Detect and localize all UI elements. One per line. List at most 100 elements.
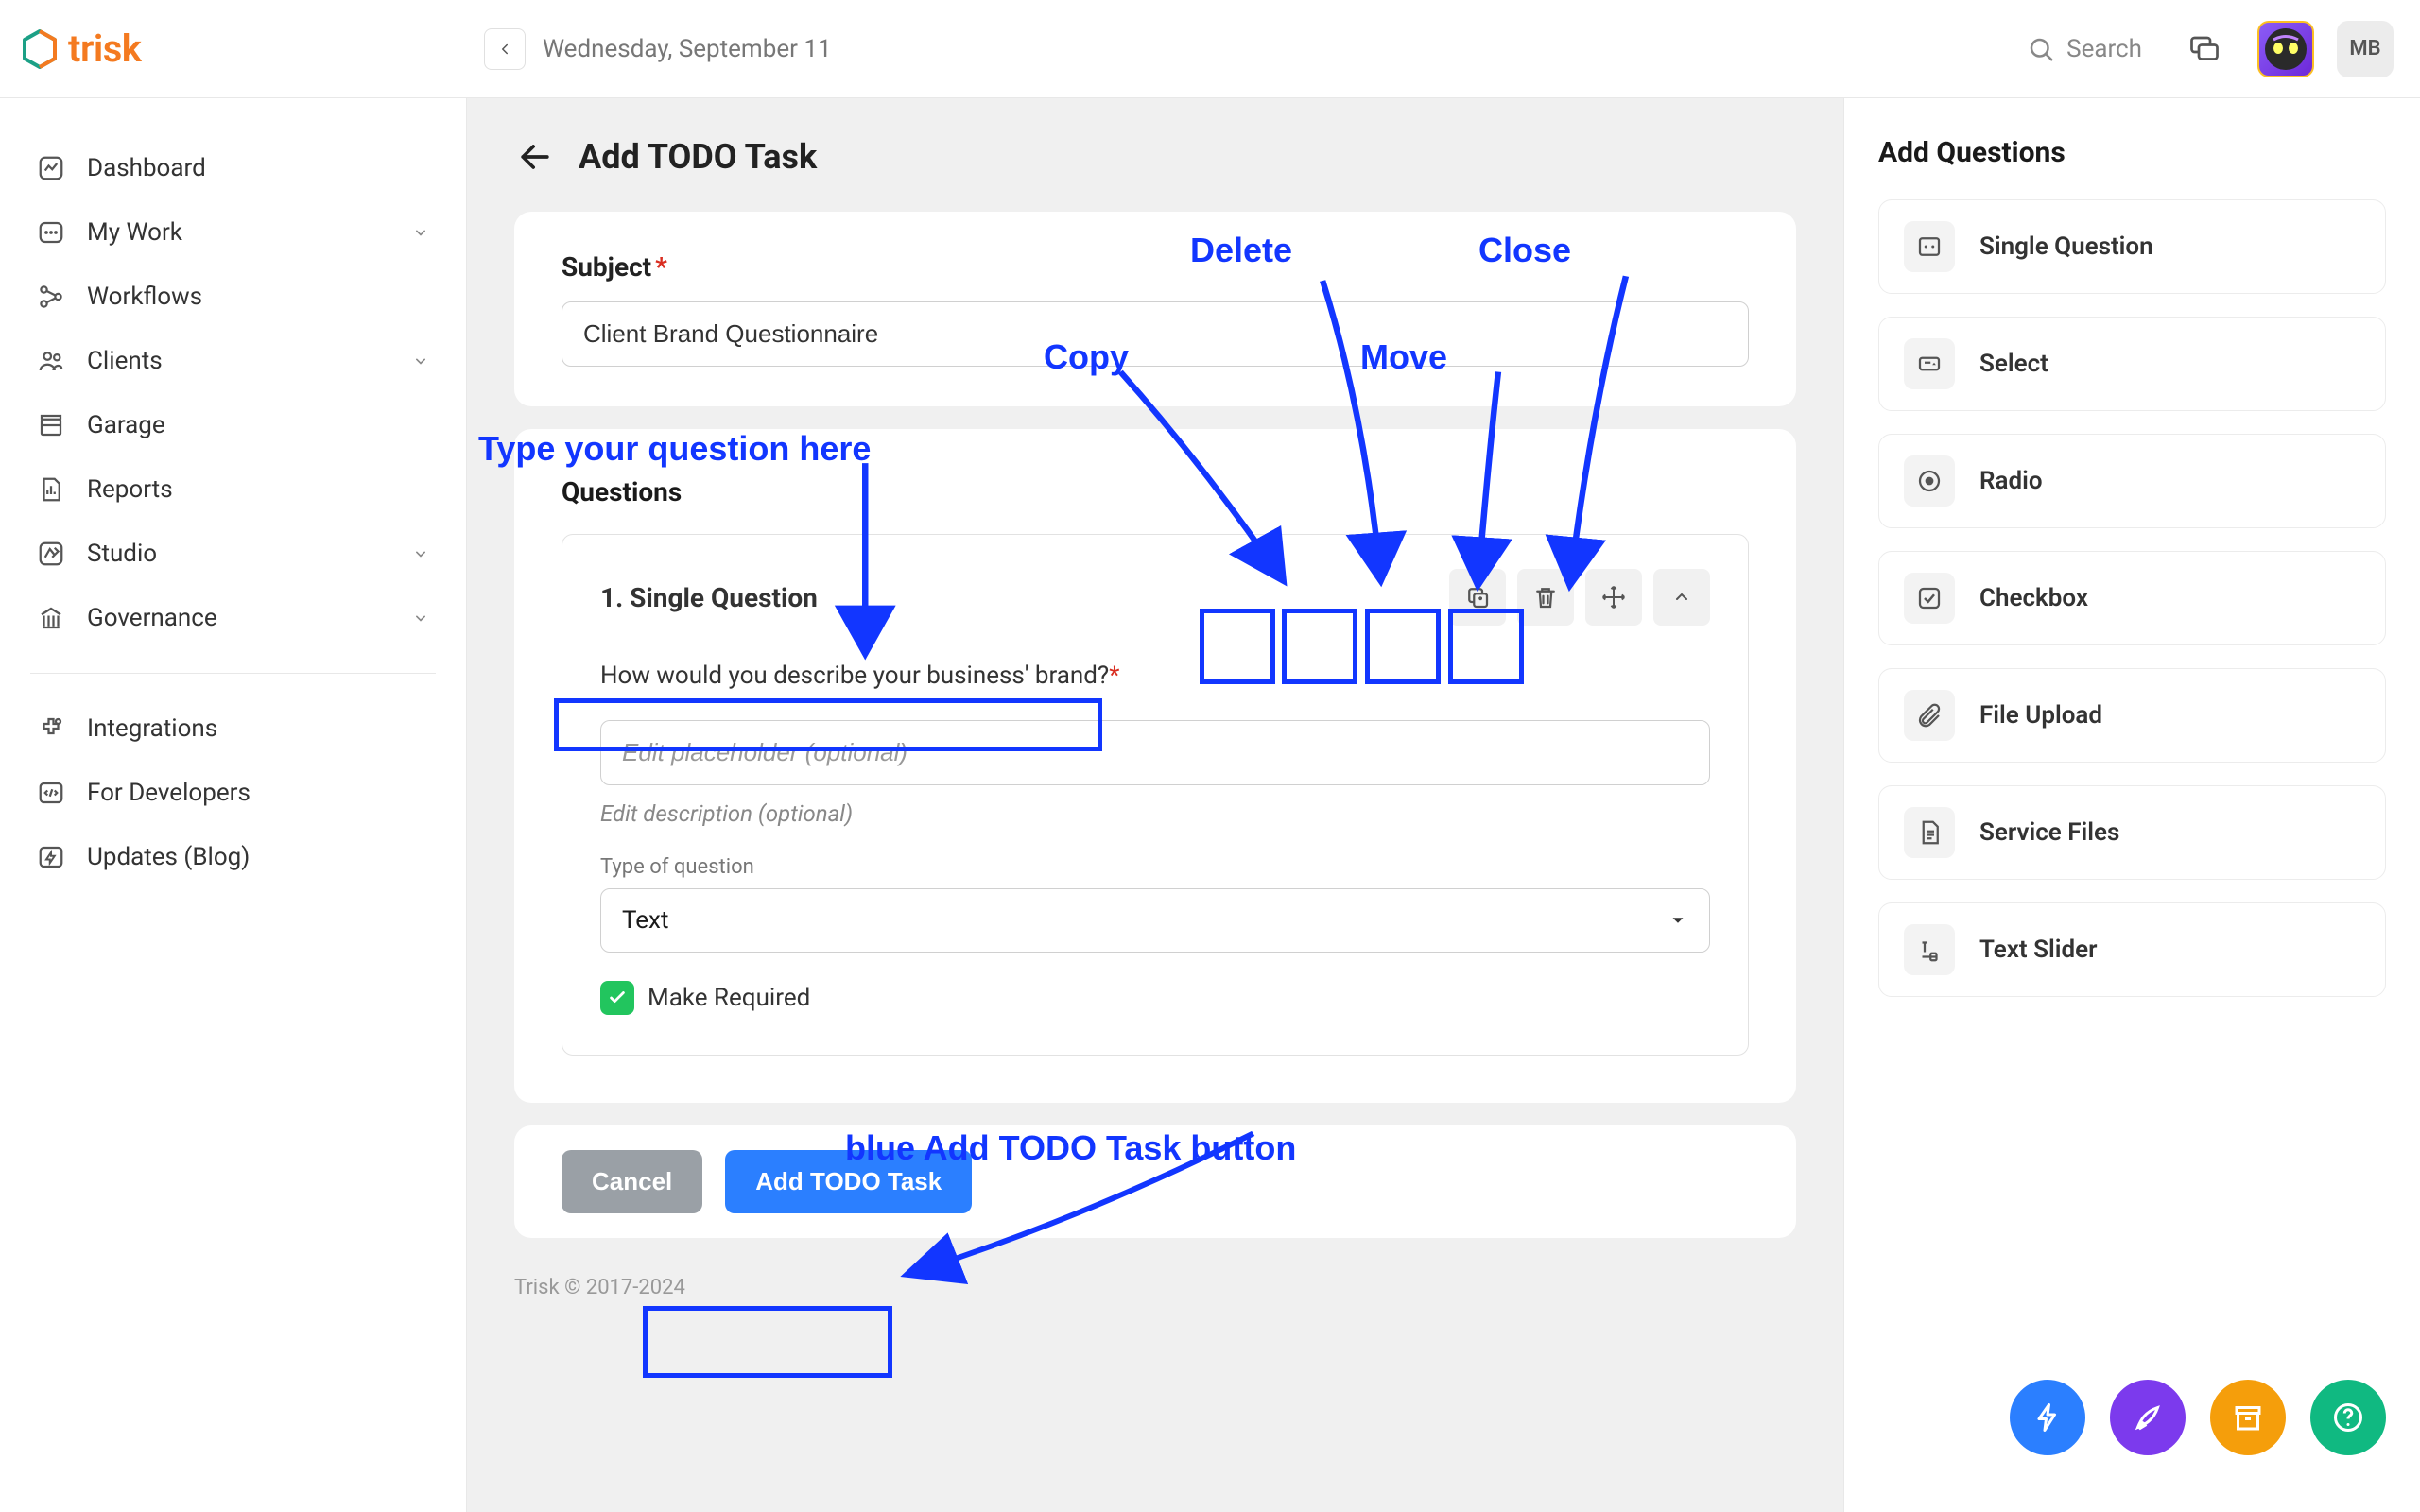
- page-header: Add TODO Task: [514, 136, 1796, 178]
- logo-text: trisk: [68, 26, 141, 71]
- back-arrow-icon[interactable]: [514, 136, 556, 178]
- sidebar-item-label: For Developers: [87, 779, 251, 807]
- fab-lightning[interactable]: [2010, 1380, 2085, 1455]
- sidebar-item-updates[interactable]: Updates (Blog): [23, 825, 443, 889]
- sidebar-item-label: Reports: [87, 475, 173, 504]
- sidebar-item-label: Integrations: [87, 714, 217, 743]
- sidebar-item-governance[interactable]: Governance: [23, 586, 443, 650]
- sidebar-item-label: Clients: [87, 347, 163, 375]
- check-icon: [607, 988, 628, 1008]
- sidebar-item-clients[interactable]: Clients: [23, 329, 443, 393]
- date-text: Wednesday, September 11: [543, 35, 832, 63]
- workflows-icon: [36, 282, 66, 312]
- clients-icon: [36, 346, 66, 376]
- chevron-down-icon: [411, 544, 430, 563]
- copy-icon: [1463, 583, 1492, 611]
- topbar-back-button[interactable]: [484, 28, 526, 70]
- checkbox-icon: [1904, 573, 1955, 624]
- logo[interactable]: trisk: [19, 26, 473, 71]
- move-question-button[interactable]: [1585, 569, 1642, 626]
- cancel-button[interactable]: Cancel: [562, 1150, 702, 1213]
- assistant-avatar[interactable]: [2257, 21, 2314, 77]
- question-text[interactable]: How would you describe your business' br…: [600, 662, 1710, 690]
- subject-card: Subject *: [514, 212, 1796, 406]
- sidebar-item-integrations[interactable]: Integrations: [23, 696, 443, 761]
- chevron-down-icon: [411, 352, 430, 370]
- developers-icon: [36, 778, 66, 808]
- questions-card: Questions 1. Single Question: [514, 429, 1796, 1103]
- placeholder-input[interactable]: [600, 720, 1710, 785]
- sidebar-item-my-work[interactable]: My Work: [23, 200, 443, 265]
- sidebar: Dashboard My Work Workflows Clients Gara…: [0, 98, 467, 1512]
- integrations-icon: [36, 713, 66, 744]
- delete-question-button[interactable]: [1517, 569, 1574, 626]
- sidebar-item-garage[interactable]: Garage: [23, 393, 443, 457]
- archive-icon: [2231, 1400, 2265, 1435]
- add-text-slider[interactable]: Text Slider: [1878, 902, 2386, 997]
- chat-icon: [2187, 32, 2221, 66]
- rocket-icon: [2131, 1400, 2165, 1435]
- fab-row: [1878, 1380, 2386, 1474]
- search-input[interactable]: Search: [2010, 24, 2159, 75]
- user-avatar[interactable]: MB: [2337, 21, 2394, 77]
- single-question-icon: [1904, 221, 1955, 272]
- question-block-title: 1. Single Question: [600, 582, 818, 613]
- subject-label: Subject *: [562, 251, 1749, 283]
- my-work-icon: [36, 217, 66, 248]
- chevron-left-icon: [496, 41, 513, 58]
- governance-icon: [36, 603, 66, 633]
- footer-actions: Cancel Add TODO Task: [514, 1125, 1796, 1238]
- search-icon: [2027, 35, 2055, 63]
- sidebar-item-workflows[interactable]: Workflows: [23, 265, 443, 329]
- description-hint[interactable]: Edit description (optional): [600, 800, 1710, 827]
- collapse-question-button[interactable]: [1653, 569, 1710, 626]
- add-single-question[interactable]: Single Question: [1878, 199, 2386, 294]
- updates-icon: [36, 842, 66, 872]
- questions-heading: Questions: [562, 476, 1749, 507]
- sidebar-item-label: Governance: [87, 604, 217, 632]
- lightning-icon: [2031, 1400, 2065, 1435]
- sidebar-item-label: Studio: [87, 540, 157, 568]
- type-of-question-select[interactable]: Text: [600, 888, 1710, 953]
- chevron-down-icon: [411, 223, 430, 242]
- sidebar-item-label: Workflows: [87, 283, 202, 311]
- chevron-up-icon: [1670, 586, 1693, 609]
- radio-icon: [1904, 455, 1955, 507]
- sidebar-item-label: My Work: [87, 218, 182, 247]
- add-select[interactable]: Select: [1878, 317, 2386, 411]
- dashboard-icon: [36, 153, 66, 183]
- make-required-checkbox[interactable]: [600, 981, 634, 1015]
- fab-rocket[interactable]: [2110, 1380, 2186, 1455]
- add-todo-task-button[interactable]: Add TODO Task: [725, 1150, 972, 1213]
- subject-input[interactable]: [562, 301, 1749, 367]
- right-panel-title: Add Questions: [1878, 136, 2386, 169]
- text-slider-icon: [1904, 924, 1955, 975]
- topbar: trisk Wednesday, September 11 Search MB: [0, 0, 2420, 98]
- sidebar-item-label: Updates (Blog): [87, 843, 250, 871]
- make-required-label: Make Required: [648, 984, 810, 1012]
- copyright: Trisk © 2017-2024: [514, 1266, 1796, 1320]
- main-content: Add TODO Task Subject * Questions 1. Sin…: [467, 98, 1843, 1512]
- file-upload-icon: [1904, 690, 1955, 741]
- copy-question-button[interactable]: [1449, 569, 1506, 626]
- add-file-upload[interactable]: File Upload: [1878, 668, 2386, 763]
- fab-help[interactable]: [2310, 1380, 2386, 1455]
- nav-divider: [30, 673, 436, 674]
- messages-button[interactable]: [2178, 23, 2231, 76]
- fab-archive[interactable]: [2210, 1380, 2286, 1455]
- add-radio[interactable]: Radio: [1878, 434, 2386, 528]
- sidebar-item-studio[interactable]: Studio: [23, 522, 443, 586]
- garage-icon: [36, 410, 66, 440]
- move-icon: [1599, 583, 1628, 611]
- sidebar-item-dashboard[interactable]: Dashboard: [23, 136, 443, 200]
- service-files-icon: [1904, 807, 1955, 858]
- sidebar-item-developers[interactable]: For Developers: [23, 761, 443, 825]
- add-checkbox[interactable]: Checkbox: [1878, 551, 2386, 645]
- sidebar-item-label: Garage: [87, 411, 165, 439]
- assistant-avatar-icon: [2262, 26, 2309, 73]
- right-panel: Add Questions Single Question Select Rad…: [1843, 98, 2420, 1512]
- select-icon: [1904, 338, 1955, 389]
- question-block: 1. Single Question: [562, 534, 1749, 1056]
- sidebar-item-reports[interactable]: Reports: [23, 457, 443, 522]
- add-service-files[interactable]: Service Files: [1878, 785, 2386, 880]
